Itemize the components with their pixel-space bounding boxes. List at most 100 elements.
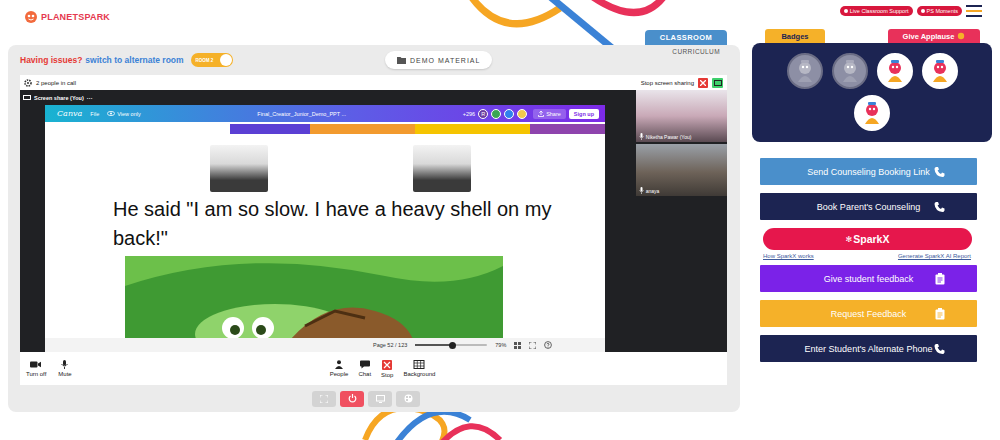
hamburger-menu-icon[interactable] [966, 5, 982, 17]
sidebar-tabs: Badges Give Applause [752, 26, 992, 43]
expand-icon [320, 395, 328, 403]
header-pill-button[interactable]: PS Moments [917, 6, 962, 16]
help-icon[interactable] [544, 341, 552, 349]
classroom-page: PLANETSPARK Live Classroom Support PS Mom… [0, 0, 1000, 440]
sign-language-photos [45, 134, 605, 192]
fullscreen-icon[interactable] [529, 342, 536, 349]
turtle-scene-icon [125, 256, 503, 338]
mic-icon [639, 187, 644, 194]
toolbar-button[interactable]: Background [403, 360, 435, 378]
grid-view-icon[interactable] [514, 342, 521, 349]
classroom-panel: Having issues? switch to alternate room … [8, 45, 740, 412]
call-toolbar: Turn off Mute People Chat Stop Backgroun… [20, 352, 727, 385]
canva-footer: Page 52 / 123 79% [45, 338, 605, 352]
end-class-button[interactable] [340, 391, 364, 407]
toolbar-button[interactable]: People [330, 360, 349, 378]
badges-panel [752, 43, 992, 142]
badge[interactable] [877, 53, 913, 89]
class-controls [20, 385, 727, 412]
folder-icon [397, 57, 406, 64]
badge[interactable] [922, 53, 958, 89]
sparkx-button[interactable]: ✻SparkX [763, 228, 972, 250]
action-button[interactable]: Give student feedback [760, 265, 977, 292]
phone-icon [934, 343, 945, 354]
room-toggle[interactable]: ROOM 2 [191, 53, 233, 67]
badges-tab[interactable]: Badges [765, 29, 825, 43]
action-button[interactable]: Request Feedback [760, 300, 977, 327]
toggle-label: ROOM 2 [196, 58, 214, 63]
badge-mascot-icon [882, 58, 908, 84]
canva-header: Canva File View only Final_Creator_Junio… [45, 105, 605, 122]
slide-text: He said "I am so slow. I have a heavy sh… [113, 195, 573, 253]
alternate-room-link[interactable]: switch to alternate room [85, 55, 183, 65]
teacher-sidebar: Badges Give Applause Send Counseling Boo… [752, 26, 992, 412]
stop-share-icon [381, 360, 393, 370]
issue-text: Having issues? [20, 55, 82, 65]
action-button[interactable]: Send Counseling Booking Link [760, 158, 977, 185]
participant-tile: Niketha Pawar (You) [636, 90, 727, 142]
slide: He said "I am so slow. I have a heavy sh… [45, 134, 605, 338]
eye-icon [107, 111, 115, 116]
sign-up-button[interactable]: Sign up [569, 109, 599, 119]
participant-tiles: Niketha Pawar (You) anaya [636, 90, 727, 352]
badge[interactable] [787, 53, 823, 89]
participant-name: anaya [636, 187, 660, 196]
top-right-controls: Live Classroom Support PS Moments [840, 5, 982, 17]
toggle-knob [220, 54, 232, 66]
action-button[interactable]: Book Parent's Counseling [760, 193, 977, 220]
toolbar-button[interactable]: Stop [381, 360, 393, 378]
call-stage: Screen share (You) ··· Canva File View o… [20, 90, 727, 352]
more-options[interactable]: ··· [87, 95, 93, 101]
toolbar-button[interactable]: Mute [58, 360, 71, 377]
curriculum-tab[interactable]: CURRICULUM [672, 48, 720, 55]
stop-share-close-icon[interactable] [698, 78, 708, 88]
canva-logo[interactable]: Canva [57, 109, 82, 118]
screen-button[interactable] [368, 391, 392, 407]
color-strip [230, 124, 605, 134]
share-button[interactable]: Share [533, 109, 566, 119]
zoom-slider[interactable] [415, 344, 487, 346]
collaborator-avatar [517, 109, 527, 119]
collaborator-avatar [491, 109, 501, 119]
page-indicator: Page 52 / 123 [373, 342, 407, 348]
canva-window: Canva File View only Final_Creator_Junio… [45, 105, 605, 352]
collaborator-avatar [504, 109, 514, 119]
pill-dot-icon [921, 9, 925, 13]
phone-icon [934, 201, 945, 212]
phone-icon [934, 166, 945, 177]
action-button[interactable]: Enter Student's Alternate Phone [760, 335, 977, 362]
sparkx-link[interactable]: How SparkX works [763, 253, 814, 259]
participant-name: Niketha Pawar (You) [636, 133, 692, 142]
toolbar-button[interactable]: Chat [358, 360, 371, 378]
mascot-icon [24, 10, 38, 24]
toolbar-button[interactable]: Turn off [26, 360, 46, 377]
give-applause-tab[interactable]: Give Applause [888, 29, 980, 43]
classroom-tab[interactable]: CLASSROOM [645, 30, 727, 45]
stop-sharing-text: Stop screen sharing [641, 80, 694, 86]
fullscreen-button[interactable] [312, 391, 336, 407]
badge[interactable] [832, 53, 868, 89]
background-icon [413, 360, 425, 369]
header-pill-button[interactable]: Live Classroom Support [840, 6, 913, 16]
zoom-thumb[interactable] [449, 342, 456, 349]
screen-icon [376, 395, 385, 403]
whiteboard-button[interactable] [396, 391, 420, 407]
people-count: 2 people in call [36, 80, 76, 86]
chat-icon [359, 360, 371, 369]
issue-group: Having issues? switch to alternate room … [20, 53, 385, 67]
demo-material-button[interactable]: DEMO MATERIAL [385, 51, 492, 69]
logo-text: PLANETSPARK [41, 12, 110, 22]
room-bar: Having issues? switch to alternate room … [20, 45, 727, 75]
settings-gear-icon[interactable] [24, 79, 32, 87]
planetspark-logo[interactable]: PLANETSPARK [24, 10, 110, 24]
badge-mascot-icon [792, 58, 818, 84]
sparkx-link[interactable]: Generate SparkX AI Report [898, 253, 971, 259]
badge-mascot-icon [837, 58, 863, 84]
tab-row: CLASSROOM [8, 26, 740, 45]
badge[interactable] [854, 95, 890, 131]
camera-icon [30, 360, 42, 369]
sparkx-links: How SparkX works Generate SparkX AI Repor… [763, 253, 971, 259]
collaborator-count: +296 [463, 111, 475, 117]
share-screen-icon[interactable] [712, 78, 723, 88]
file-menu[interactable]: File [90, 111, 99, 117]
